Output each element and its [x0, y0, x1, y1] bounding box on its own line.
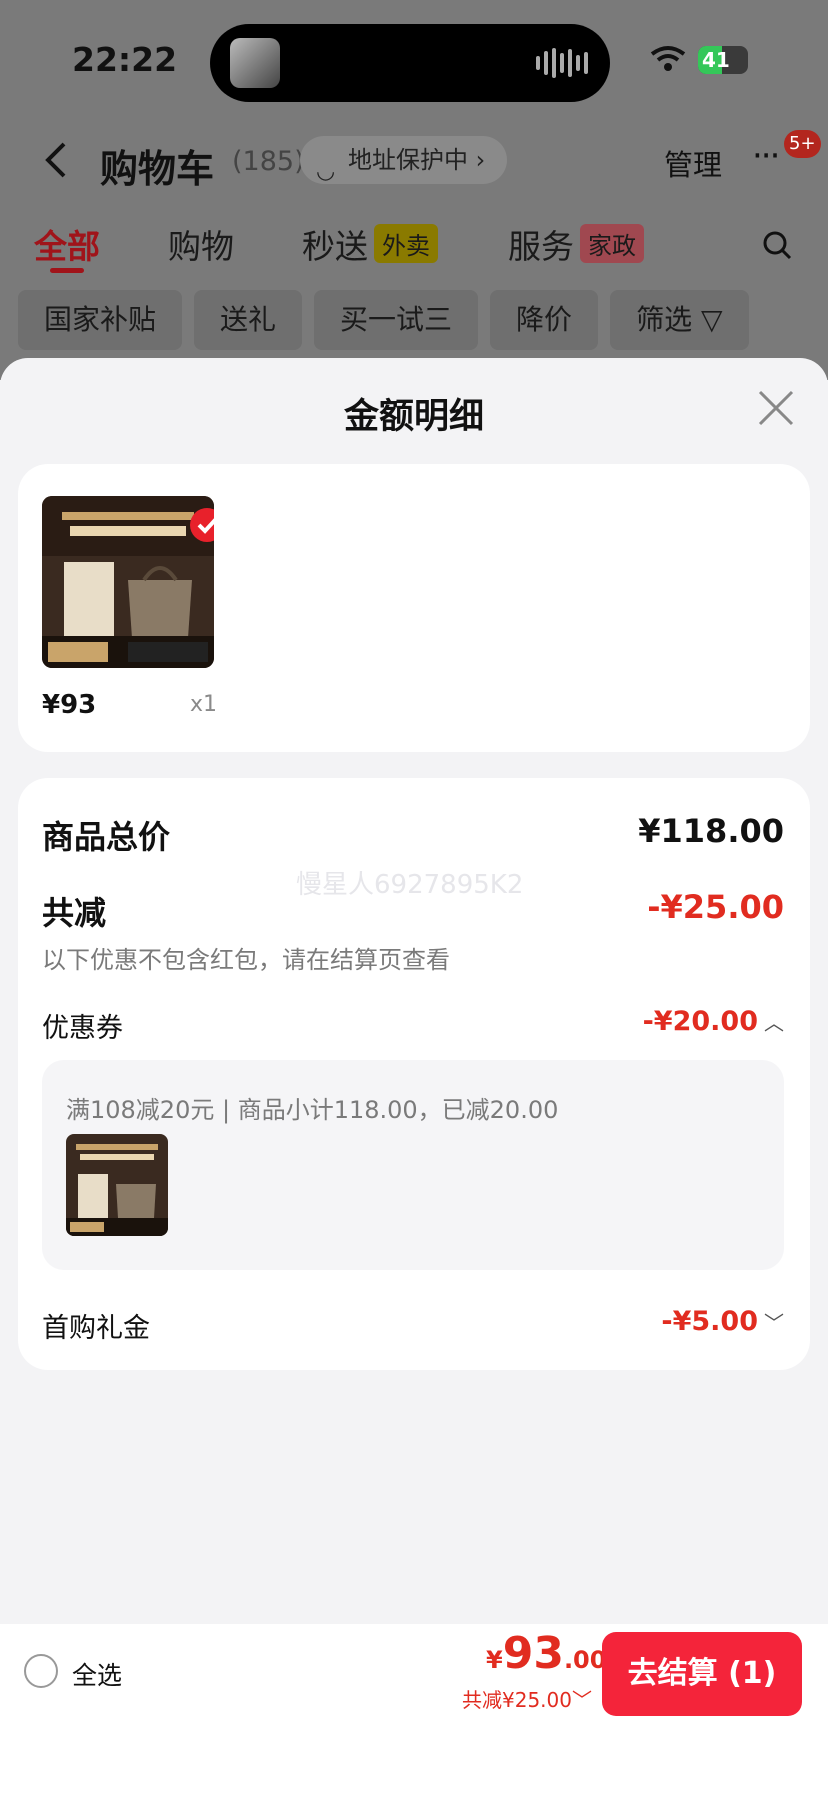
- cart-page-background: 22:22 41 购物车 (185) ◡ 地址保护中 › 管理 ··· 5+ 全…: [0, 0, 828, 380]
- cart-count: (185): [232, 146, 305, 177]
- goods-total-value: ¥118.00: [638, 812, 784, 850]
- category-tabs: 全部 购物 秒送 外卖 服务 家政: [0, 220, 828, 276]
- select-all-radio[interactable]: [24, 1654, 58, 1688]
- total-discount-link[interactable]: 共减¥25.00﹀: [462, 1684, 592, 1713]
- sheet-title: 金额明细: [343, 397, 484, 437]
- coupon-label: 优惠券: [42, 1013, 123, 1044]
- selected-check-icon[interactable]: [190, 508, 214, 542]
- user-watermark: 慢星人6927895K2: [296, 870, 524, 900]
- coupon-detail-text: 满108减20元 | 商品小计118.00，已减20.00: [66, 1096, 559, 1124]
- chevron-down-icon: ﹀: [571, 1688, 592, 1712]
- chip-buy-one-try-three[interactable]: 买一试三: [314, 290, 479, 350]
- audio-wave-icon: [536, 48, 588, 78]
- checkout-bar: 全选 ¥93.00 共减¥25.00﹀ 去结算 (1): [0, 1624, 828, 1796]
- coupon-detail-panel: 满108减20元 | 商品小计118.00，已减20.00: [42, 1060, 784, 1270]
- chevron-down-icon: ﹀: [764, 1311, 784, 1335]
- active-tab-indicator: [50, 268, 84, 273]
- coupon-row-toggle[interactable]: -¥20.00 ︿: [643, 1006, 784, 1037]
- amount-detail-sheet: 金额明细 ¥93 x1 慢星人6927895K2 商品总价 ¥118.00 共减…: [0, 358, 828, 1796]
- product-image[interactable]: [42, 496, 214, 668]
- total-price-integer: 93: [502, 1628, 564, 1679]
- product-price: ¥93: [42, 690, 97, 720]
- product-card: ¥93 x1: [18, 464, 810, 752]
- first-purchase-gift-label: 首购礼金: [42, 1313, 150, 1344]
- page-title: 购物车: [100, 147, 215, 191]
- chevron-up-icon: ︿: [764, 1011, 784, 1035]
- discount-total-label: 共减: [42, 894, 107, 932]
- first-purchase-gift-value: -¥5.00: [661, 1306, 758, 1337]
- back-icon[interactable]: [40, 140, 70, 180]
- chip-price-drop[interactable]: 降价: [490, 290, 599, 350]
- discount-total-value: -¥25.00: [647, 888, 784, 926]
- coupon-value: -¥20.00: [642, 1006, 758, 1037]
- wifi-icon: [650, 46, 686, 71]
- total-discount-text: 共减¥25.00: [462, 1688, 572, 1712]
- message-badge: 5+: [784, 130, 821, 158]
- shield-icon: ◡: [316, 159, 336, 184]
- tab-shopping[interactable]: 购物: [168, 220, 234, 268]
- address-protection-pill[interactable]: ◡ 地址保护中 ›: [300, 136, 508, 184]
- chip-national-subsidy[interactable]: 国家补贴: [18, 290, 183, 350]
- battery-level: 41: [702, 48, 730, 72]
- coupon-product-thumbnail: [66, 1134, 168, 1236]
- tab-all[interactable]: 全部: [34, 220, 100, 268]
- total-price-decimal: .00: [563, 1646, 607, 1674]
- housekeeping-tag: 家政: [580, 224, 644, 263]
- close-icon[interactable]: [756, 388, 796, 428]
- discount-note: 以下优惠不包含红包，请在结算页查看: [42, 946, 450, 974]
- gift-row-toggle[interactable]: -¥5.00 ﹀: [661, 1306, 784, 1337]
- filter-chips: 国家补贴 送礼 买一试三 降价 筛选 ▽: [18, 290, 749, 350]
- checkout-button[interactable]: 去结算 (1): [602, 1632, 802, 1716]
- address-protection-label: 地址保护中 ›: [348, 146, 486, 174]
- battery-icon: 41: [698, 46, 748, 74]
- dynamic-island: [210, 24, 610, 102]
- tab-service[interactable]: 服务 家政: [508, 220, 644, 268]
- goods-total-label: 商品总价: [42, 818, 171, 856]
- takeout-tag: 外卖: [374, 224, 438, 263]
- tab-express[interactable]: 秒送 外卖: [302, 220, 438, 268]
- status-bar: 22:22 41: [0, 0, 828, 120]
- select-all-label[interactable]: 全选: [72, 1656, 122, 1692]
- manage-button[interactable]: 管理: [664, 142, 722, 184]
- search-icon[interactable]: [762, 230, 792, 260]
- status-time: 22:22: [72, 40, 178, 79]
- currency-symbol: ¥: [486, 1646, 503, 1674]
- total-price: ¥93.00: [486, 1628, 606, 1679]
- product-quantity: x1: [190, 692, 218, 717]
- price-breakdown-card: 慢星人6927895K2 商品总价 ¥118.00 共减 -¥25.00 以下优…: [18, 778, 810, 1370]
- chip-filter[interactable]: 筛选 ▽: [610, 290, 749, 350]
- more-icon[interactable]: ···: [752, 136, 780, 176]
- chip-gift[interactable]: 送礼: [194, 290, 303, 350]
- now-playing-thumbnail: [230, 38, 280, 88]
